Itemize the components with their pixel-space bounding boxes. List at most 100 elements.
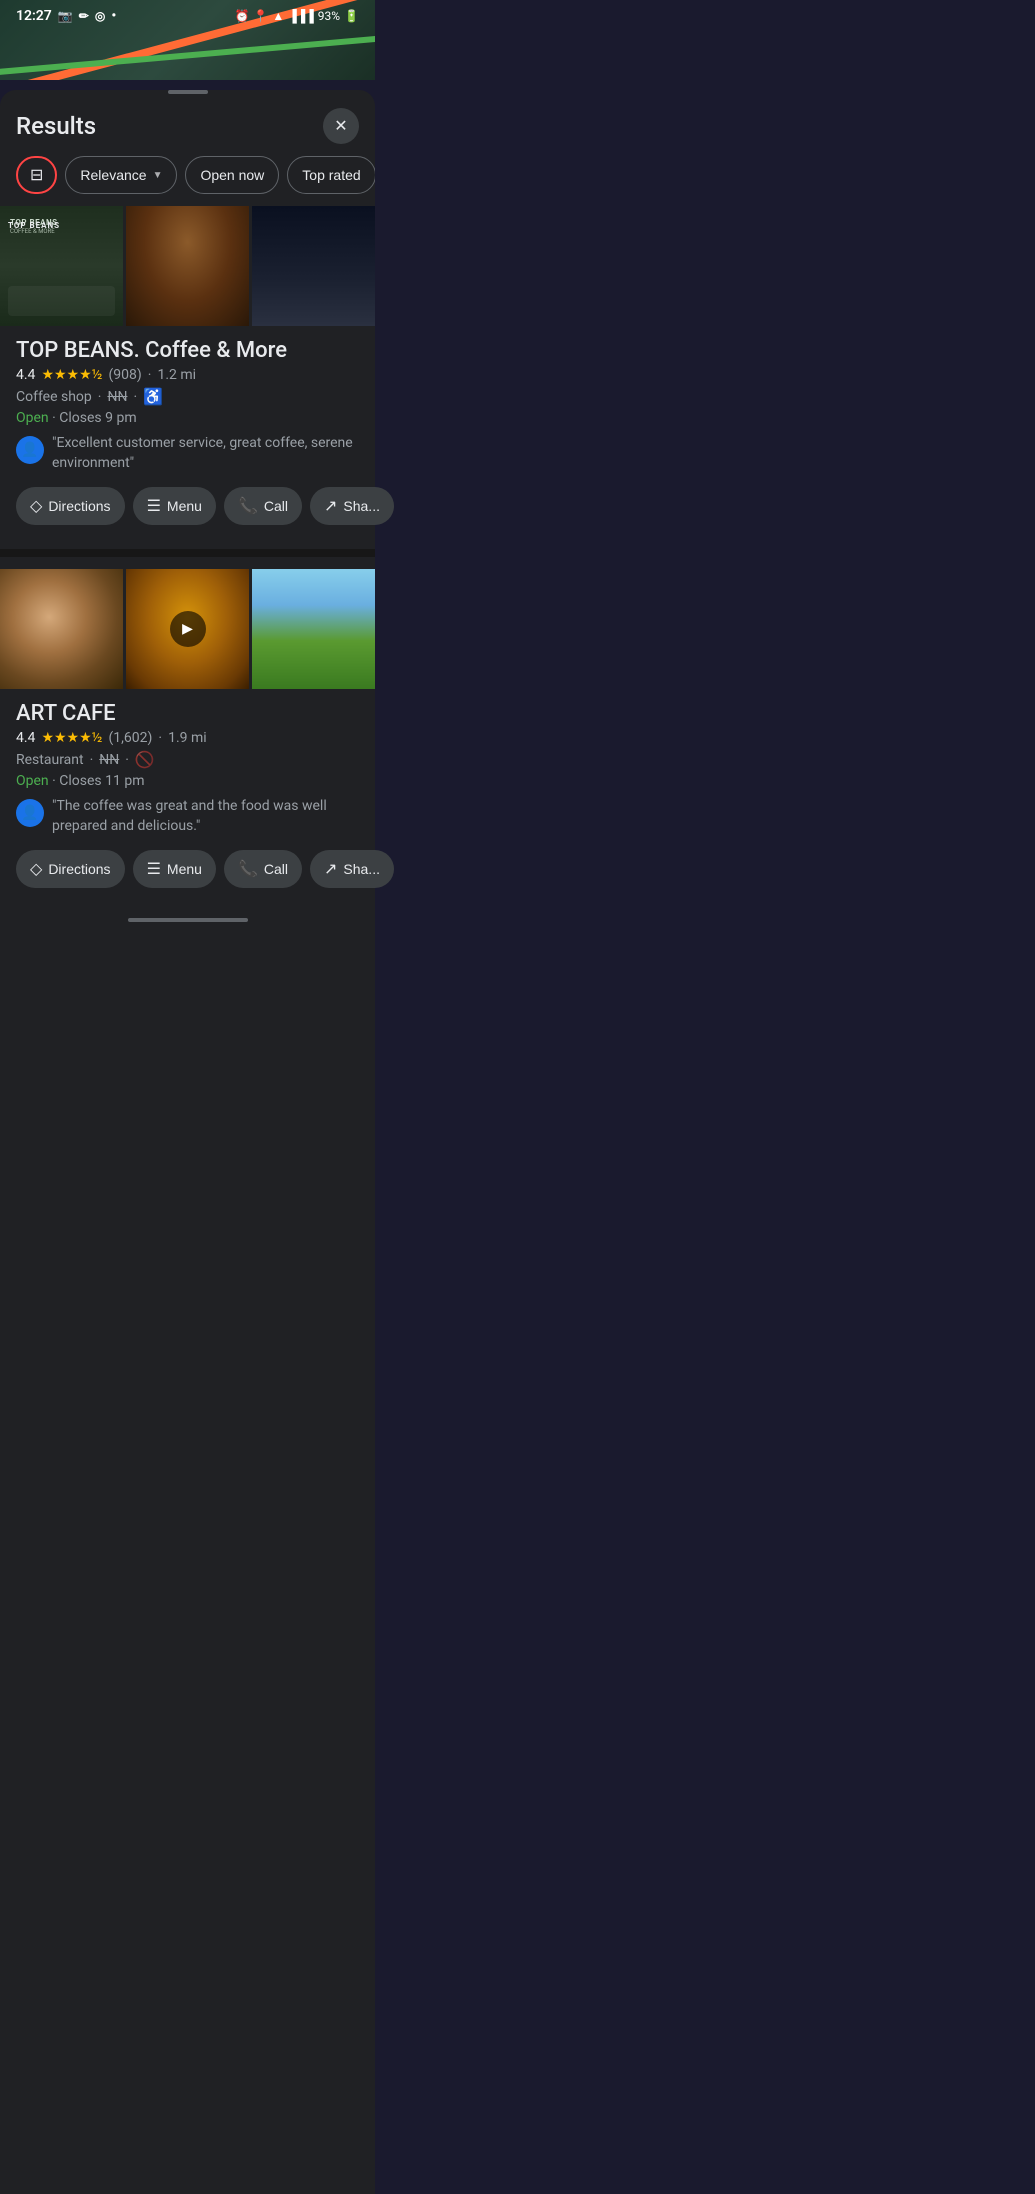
distance-art-cafe: 1.9 mi bbox=[168, 730, 207, 746]
rating-row-art-cafe: 4.4 ★★★★½ (1,602) · 1.9 mi bbox=[16, 730, 359, 746]
place-type-art-cafe: Restaurant bbox=[16, 752, 84, 768]
share-icon: ↗ bbox=[324, 496, 337, 516]
directions-button[interactable]: ◇ Directions bbox=[16, 487, 125, 525]
home-bar bbox=[128, 918, 248, 922]
place-images-top-beans[interactable]: TOP BEANS COFFEE & MORE bbox=[0, 206, 375, 338]
battery-display: 93% bbox=[318, 9, 340, 23]
share-button[interactable]: ↗ Sha... bbox=[310, 487, 394, 525]
open-status-top-beans: Open · Closes 9 pm bbox=[16, 410, 359, 426]
review-text-art-cafe: "The coffee was great and the food was w… bbox=[52, 797, 359, 836]
status-bar: 12:27 📷 ✏ ◎ • ⏰ 📍 ▲ ▐▐▐ 93% 🔋 bbox=[0, 0, 375, 32]
sheet-header: Results ✕ bbox=[0, 108, 375, 156]
card-divider bbox=[0, 549, 375, 557]
time-display: 12:27 bbox=[16, 8, 52, 24]
close-icon: ✕ bbox=[334, 116, 347, 136]
action-buttons-top-beans: ◇ Directions ☰ Menu 📞 Call ↗ Sha... bbox=[0, 487, 375, 541]
place-image-2[interactable] bbox=[126, 206, 249, 326]
phone-icon-2: 📞 bbox=[238, 859, 258, 879]
directions-icon: ◇ bbox=[30, 496, 42, 516]
stars-top-beans: ★★★★½ bbox=[41, 367, 102, 383]
home-indicator bbox=[0, 912, 375, 932]
rating-row-top-beans: 4.4 ★★★★½ (908) · 1.2 mi bbox=[16, 367, 359, 383]
wifi-icon: ▲ bbox=[272, 9, 284, 23]
close-button[interactable]: ✕ bbox=[323, 108, 359, 144]
review-count-top-beans: (908) bbox=[109, 367, 142, 383]
reviewer-avatar: 👤 bbox=[16, 436, 44, 464]
place-info-art-cafe: ART CAFE 4.4 ★★★★½ (1,602) · 1.9 mi Rest… bbox=[0, 701, 375, 836]
sheet-handle bbox=[168, 90, 208, 94]
place-images-art-cafe[interactable]: ▶ bbox=[0, 557, 375, 701]
gps-icon: 📍 bbox=[253, 9, 268, 23]
share-button-2[interactable]: ↗ Sha... bbox=[310, 850, 394, 888]
status-icons: ⏰ 📍 ▲ ▐▐▐ 93% 🔋 bbox=[234, 9, 359, 23]
stars-art-cafe: ★★★★½ bbox=[41, 730, 102, 746]
location-icon: ◎ bbox=[95, 9, 105, 23]
open-now-label: Open now bbox=[200, 167, 264, 183]
directions-button-2[interactable]: ◇ Directions bbox=[16, 850, 125, 888]
menu-label: Menu bbox=[167, 498, 202, 514]
place-image-1[interactable]: TOP BEANS COFFEE & MORE bbox=[0, 206, 123, 326]
sliders-icon: ⊟ bbox=[30, 165, 43, 185]
open-label: Open bbox=[16, 410, 49, 426]
type-row-art-cafe: Restaurant · NN · 🚫 bbox=[16, 750, 359, 769]
place-name-art-cafe: ART CAFE bbox=[16, 701, 359, 726]
signal-icon: ▐▐▐ bbox=[288, 9, 314, 23]
dot-indicator: • bbox=[111, 8, 116, 24]
status-time: 12:27 📷 ✏ ◎ • bbox=[16, 8, 116, 24]
directions-label: Directions bbox=[48, 498, 110, 514]
art-cafe-image-3[interactable] bbox=[252, 569, 375, 689]
action-buttons-art-cafe: ◇ Directions ☰ Menu 📞 Call ↗ Sha... bbox=[0, 850, 375, 904]
distance-top-beans: 1.2 mi bbox=[157, 367, 196, 383]
menu-button-2[interactable]: ☰ Menu bbox=[133, 850, 216, 888]
edit-icon: ✏ bbox=[79, 9, 89, 23]
bottom-sheet: Results ✕ ⊟ Relevance ▼ Open now Top rat… bbox=[0, 90, 375, 2194]
video-play-button[interactable]: ▶ bbox=[170, 611, 206, 647]
top-rated-label: Top rated bbox=[302, 167, 360, 183]
filter-bar: ⊟ Relevance ▼ Open now Top rated W... bbox=[0, 156, 375, 206]
menu-button[interactable]: ☰ Menu bbox=[133, 487, 216, 525]
open-label-art-cafe: Open bbox=[16, 773, 49, 789]
place-info-top-beans: TOP BEANS. Coffee & More 4.4 ★★★★½ (908)… bbox=[0, 338, 375, 473]
share-label: Sha... bbox=[343, 498, 380, 514]
art-cafe-image-1[interactable] bbox=[0, 569, 123, 689]
relevance-filter[interactable]: Relevance ▼ bbox=[65, 156, 177, 194]
review-count-art-cafe: (1,602) bbox=[109, 730, 153, 746]
menu-label-2: Menu bbox=[167, 861, 202, 877]
art-cafe-image-2[interactable]: ▶ bbox=[126, 569, 249, 689]
place-card-art-cafe: ▶ ART CAFE 4.4 ★★★★½ (1,602) · 1.9 mi Re… bbox=[0, 557, 375, 904]
call-label-2: Call bbox=[264, 861, 288, 877]
menu-icon: ☰ bbox=[147, 496, 161, 516]
chevron-down-icon: ▼ bbox=[153, 170, 163, 181]
place-card-top-beans: TOP BEANS COFFEE & MORE TOP BEANS. Coffe… bbox=[0, 206, 375, 541]
reviewer-avatar-art-cafe: 👤 bbox=[16, 799, 44, 827]
closing-time: · Closes 9 pm bbox=[52, 410, 136, 426]
price-level: NN bbox=[107, 389, 127, 405]
sheet-title: Results bbox=[16, 112, 96, 140]
share-icon-2: ↗ bbox=[324, 859, 337, 879]
alarm-icon: ⏰ bbox=[234, 9, 249, 23]
directions-label-2: Directions bbox=[48, 861, 110, 877]
place-type: Coffee shop bbox=[16, 389, 92, 405]
camera-icon: 📷 bbox=[58, 9, 73, 23]
review-row-top-beans: 👤 "Excellent customer service, great cof… bbox=[16, 434, 359, 473]
open-now-filter[interactable]: Open now bbox=[185, 156, 279, 194]
directions-icon-2: ◇ bbox=[30, 859, 42, 879]
share-label-2: Sha... bbox=[343, 861, 380, 877]
review-row-art-cafe: 👤 "The coffee was great and the food was… bbox=[16, 797, 359, 836]
review-text-top-beans: "Excellent customer service, great coffe… bbox=[52, 434, 359, 473]
filter-options-button[interactable]: ⊟ bbox=[16, 156, 57, 194]
top-rated-filter[interactable]: Top rated bbox=[287, 156, 375, 194]
place-image-3[interactable] bbox=[252, 206, 375, 326]
price-level-art-cafe: NN bbox=[99, 752, 119, 768]
battery-icon: 🔋 bbox=[344, 9, 359, 23]
accessibility-icon: ♿ bbox=[143, 387, 163, 406]
rating-value: 4.4 bbox=[16, 367, 35, 383]
call-button[interactable]: 📞 Call bbox=[224, 487, 302, 525]
open-status-art-cafe: Open · Closes 11 pm bbox=[16, 773, 359, 789]
place-name-top-beans: TOP BEANS. Coffee & More bbox=[16, 338, 359, 363]
menu-icon-2: ☰ bbox=[147, 859, 161, 879]
type-row-top-beans: Coffee shop · NN · ♿ bbox=[16, 387, 359, 406]
map-background: 12:27 📷 ✏ ◎ • ⏰ 📍 ▲ ▐▐▐ 93% 🔋 bbox=[0, 0, 375, 80]
call-label: Call bbox=[264, 498, 288, 514]
call-button-2[interactable]: 📞 Call bbox=[224, 850, 302, 888]
